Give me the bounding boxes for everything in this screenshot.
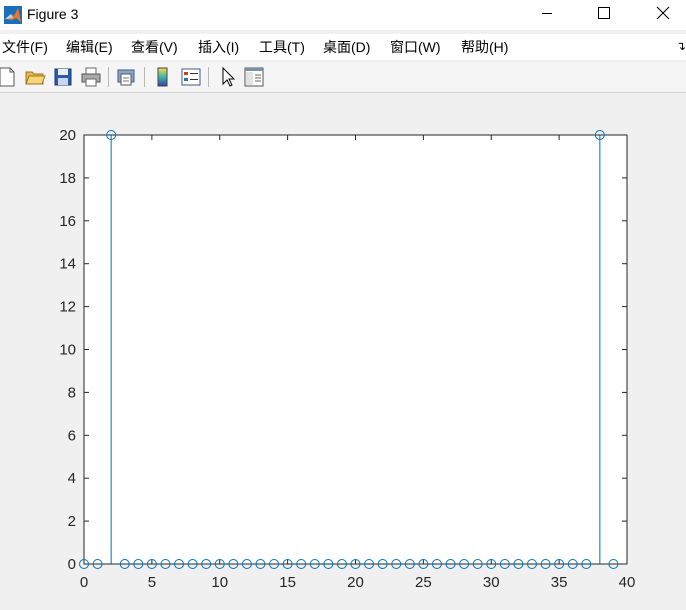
menu-file[interactable]: 文件(F) xyxy=(2,37,48,57)
menu-tools[interactable]: 工具(T) xyxy=(259,37,305,57)
property-inspector-icon[interactable] xyxy=(243,66,265,88)
x-tick-label: 30 xyxy=(483,574,500,591)
x-tick-label: 20 xyxy=(347,574,364,591)
y-tick-label: 20 xyxy=(59,127,76,144)
y-tick-label: 8 xyxy=(68,384,76,401)
y-tick-label: 0 xyxy=(68,556,76,573)
toolbar-separator xyxy=(144,67,145,87)
menu-window[interactable]: 窗口(W) xyxy=(390,37,441,57)
colorbar-icon[interactable] xyxy=(152,66,174,88)
x-tick-label: 35 xyxy=(551,574,568,591)
y-tick-label: 16 xyxy=(59,213,76,230)
dock-arrow-icon[interactable]: ↴ xyxy=(676,39,686,53)
toolbar-separator xyxy=(108,67,109,87)
y-tick-label: 12 xyxy=(59,299,76,316)
window-title: Figure 3 xyxy=(27,6,79,22)
y-tick-label: 18 xyxy=(59,170,76,187)
save-icon[interactable] xyxy=(52,66,74,88)
menu-insert[interactable]: 插入(I) xyxy=(198,37,239,57)
y-tick-label: 4 xyxy=(68,470,76,487)
menu-desktop[interactable]: 桌面(D) xyxy=(323,37,370,57)
print-icon[interactable] xyxy=(80,66,102,88)
new-figure-icon[interactable] xyxy=(0,66,18,88)
toolbar xyxy=(0,62,686,93)
x-tick-label: 15 xyxy=(279,574,296,591)
minimize-button[interactable] xyxy=(524,0,570,30)
menu-bar: 文件(F) 编辑(E) 查看(V) 插入(I) 工具(T) 桌面(D) 窗口(W… xyxy=(0,34,686,60)
stem-plot[interactable]: 0 5 10 15 20 25 30 35 40 0 2 4 6 8 10 12 14 16 18 20 xyxy=(0,93,686,610)
maximize-button[interactable] xyxy=(581,0,627,30)
x-tick-label: 10 xyxy=(211,574,228,591)
close-button[interactable] xyxy=(640,0,686,30)
title-bar: Figure 3 xyxy=(0,0,686,30)
y-tick-label: 10 xyxy=(59,342,76,359)
y-tick-label: 14 xyxy=(59,256,76,273)
x-tick-label: 5 xyxy=(148,574,156,591)
toolbar-separator xyxy=(208,67,209,87)
y-tick-label: 6 xyxy=(68,427,76,444)
y-tick-label: 2 xyxy=(68,513,76,530)
pointer-icon[interactable] xyxy=(217,66,239,88)
menu-view[interactable]: 查看(V) xyxy=(131,37,178,57)
close-icon xyxy=(656,6,670,20)
figure-canvas[interactable]: 0 5 10 15 20 25 30 35 40 0 2 4 6 8 10 12 14 16 18 20 xyxy=(0,93,686,610)
x-tick-label: 25 xyxy=(415,574,432,591)
x-tick-label: 40 xyxy=(619,574,636,591)
axes-background xyxy=(84,135,627,564)
x-tick-label: 0 xyxy=(80,574,88,591)
matlab-icon xyxy=(4,6,22,24)
open-file-icon[interactable] xyxy=(24,66,46,88)
print-preview-icon[interactable] xyxy=(115,66,137,88)
minimize-icon xyxy=(542,13,552,14)
menu-help[interactable]: 帮助(H) xyxy=(461,37,508,57)
legend-icon[interactable] xyxy=(180,66,202,88)
menu-edit[interactable]: 编辑(E) xyxy=(66,37,113,57)
maximize-icon xyxy=(598,7,610,19)
